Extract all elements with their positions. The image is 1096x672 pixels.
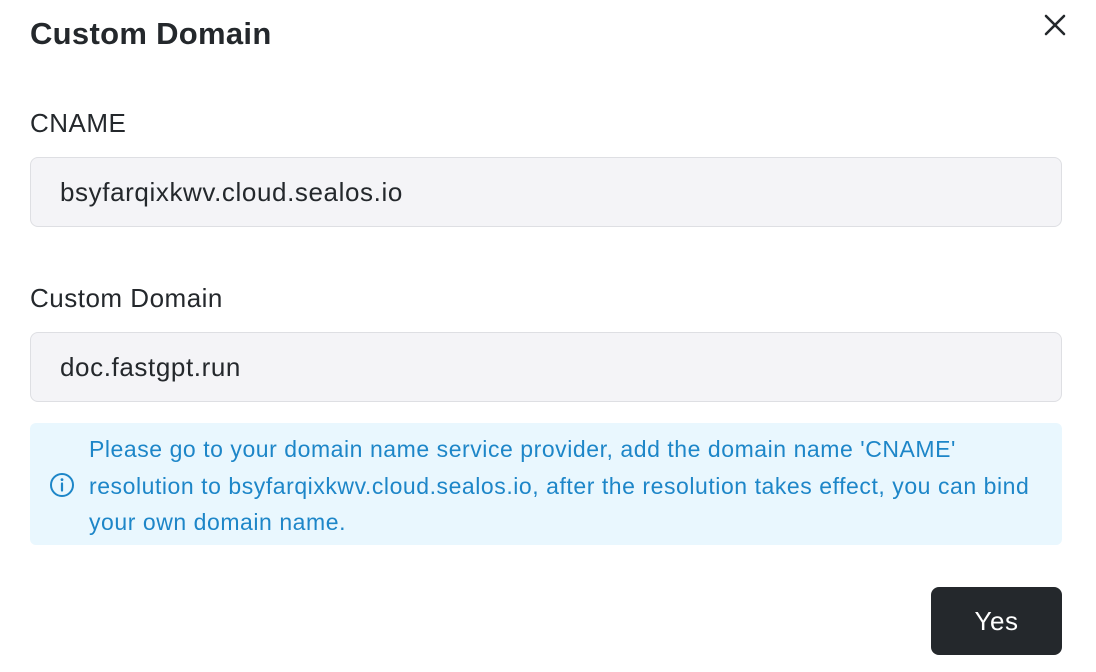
alert-message: Please go to your domain name service pr… xyxy=(89,436,1030,535)
info-alert: Please go to your domain name service pr… xyxy=(30,423,1062,545)
yes-button[interactable]: Yes xyxy=(931,587,1062,655)
custom-domain-input[interactable] xyxy=(30,332,1062,402)
info-icon xyxy=(50,473,74,497)
close-button[interactable] xyxy=(1036,6,1074,44)
custom-domain-modal: Custom Domain CNAME Custom Domain Please… xyxy=(0,0,1096,672)
custom-domain-label: Custom Domain xyxy=(30,283,223,313)
cname-input[interactable] xyxy=(30,157,1062,227)
cname-label: CNAME xyxy=(30,108,127,138)
close-icon xyxy=(1044,14,1066,36)
modal-title: Custom Domain xyxy=(30,16,272,51)
